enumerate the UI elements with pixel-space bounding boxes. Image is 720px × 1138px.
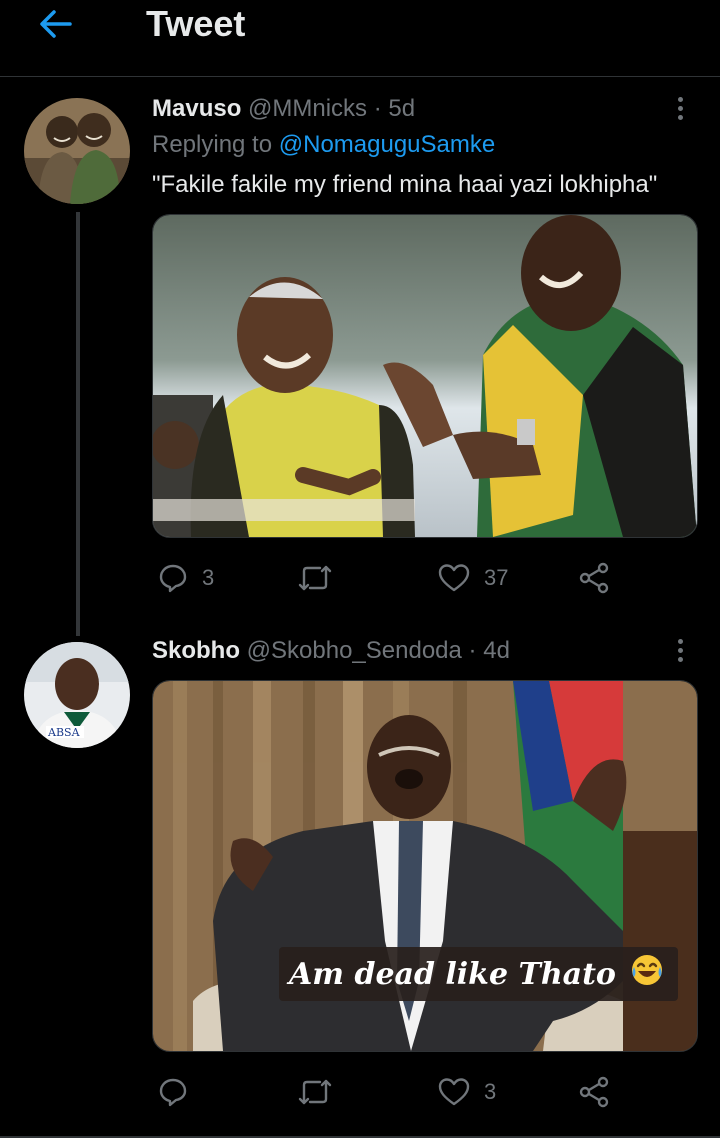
reply-button[interactable] [158,1072,202,1112]
caption-text: Am dead like Thato [289,956,616,992]
tweet-image[interactable]: Am dead like Thato [152,680,698,1052]
like-button[interactable]: 3 [438,1072,496,1112]
tweet-2: ABSA Skobho @Skobho_Sendoda · 4d Am dead… [0,0,720,1136]
like-count: 3 [484,1079,497,1104]
laughing-emoji-icon [630,953,664,995]
retweet-button[interactable] [298,1072,346,1112]
user-handle[interactable]: @Skobho_Sendoda [247,637,462,664]
share-button[interactable] [578,1072,610,1112]
svg-text:ABSA: ABSA [47,726,81,739]
more-vertical-icon [677,638,683,644]
tweet-meta: Skobho @Skobho_Sendoda · 4d [152,636,510,666]
display-name[interactable]: Skobho [152,637,240,664]
tweet-actions: 3 [152,1072,696,1112]
reply-icon [159,1078,187,1107]
like-icon [438,1078,470,1106]
image-caption: Am dead like Thato [279,947,678,1001]
avatar[interactable]: ABSA [24,642,130,748]
timestamp[interactable]: 4d [483,637,510,664]
retweet-icon [298,1079,332,1105]
more-options-button[interactable] [664,634,696,666]
separator: · [468,637,477,664]
share-icon [579,1076,609,1108]
avatar-image: ABSA [24,642,130,748]
